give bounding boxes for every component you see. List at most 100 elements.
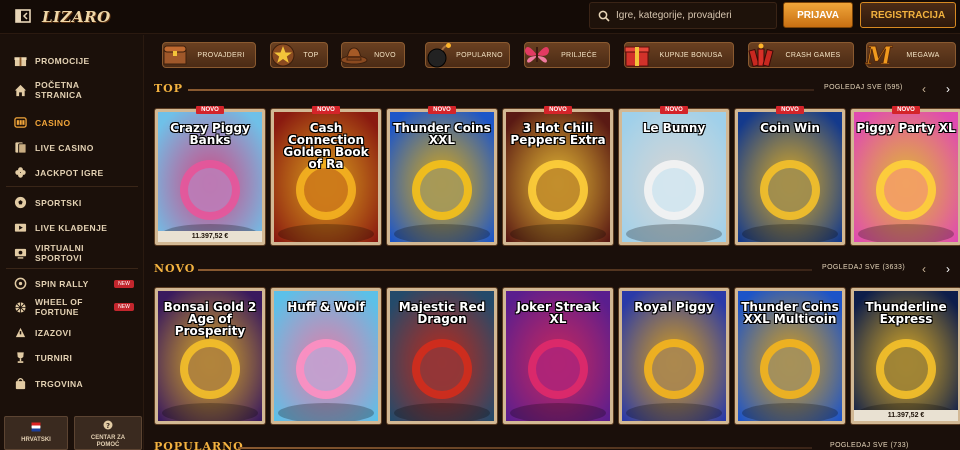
tab-top[interactable]: TOP — [270, 42, 328, 68]
tab-bonus-buys[interactable]: KUPNJE BONUSA — [624, 42, 734, 68]
game-card[interactable]: Thunderline Express 11.397,52 € — [851, 288, 960, 424]
game-title: Huff & Wolf — [287, 300, 365, 314]
new-badge: NEW — [114, 279, 134, 288]
new-badge: NOVO — [892, 106, 920, 114]
sidebar-item-sports[interactable]: SPORTSKI — [0, 196, 144, 209]
game-title: Piggy Party XL — [856, 121, 956, 135]
game-title: Thunderline Express — [865, 300, 947, 326]
help-center-button[interactable]: ? CENTAR ZA POMOĆ — [74, 416, 142, 450]
category-tabs: PROVAJDERI TOP NOVO POPULARNO PRILJEĆE K… — [150, 40, 960, 70]
section-title: POPULARNO — [154, 440, 244, 450]
section-title: NOVO — [154, 262, 196, 275]
sidebar-item-live-casino[interactable]: LIVE CASINO — [0, 141, 144, 154]
game-card[interactable]: Huff & Wolf — [271, 288, 381, 424]
game-card[interactable]: Thunder Coins XXL — [387, 109, 497, 245]
football-icon — [14, 196, 27, 209]
sidebar-item-casino[interactable]: CASINO — [0, 116, 144, 129]
tab-label: TOP — [303, 51, 319, 59]
live-tv-icon — [14, 223, 27, 232]
sidebar-item-spin-rally[interactable]: SPIN RALLY NEW — [0, 277, 144, 290]
new-badge: NOVO — [312, 106, 340, 114]
tab-new[interactable]: NOVO — [340, 42, 405, 68]
top-bar: LIZARO PRIJAVA REGISTRACIJA — [0, 0, 960, 34]
search-icon — [598, 10, 610, 22]
game-title: Joker Streak XL — [516, 300, 600, 326]
new-badge: NOVO — [428, 106, 456, 114]
tab-providers[interactable]: PROVAJDERI — [162, 42, 256, 68]
sidebar-footer: HRVATSKI ? CENTAR ZA POMOĆ — [2, 416, 142, 450]
see-all-link[interactable]: POGLEDAJ SVE (595) — [824, 84, 903, 91]
game-card[interactable]: 3 Hot Chili Peppers Extra — [503, 109, 613, 245]
game-card[interactable]: Piggy Party XL — [851, 109, 960, 245]
sidebar-item-wheel-of-fortune[interactable]: WHEEL OF FORTUNE NEW — [0, 297, 144, 317]
sidebar-item-home[interactable]: POČETNA STRANICA — [0, 80, 144, 100]
tab-crash-games[interactable]: CRASH GAMES — [748, 42, 854, 68]
chevron-right-icon[interactable]: › — [942, 82, 954, 96]
dynamite-icon — [748, 43, 774, 68]
game-card[interactable]: Crazy Piggy Banks 11.397,52 € — [155, 109, 265, 245]
cowboy-hat-icon — [340, 47, 368, 65]
chevron-left-icon[interactable]: ‹ — [918, 82, 930, 96]
sidebar: PROMOCIJE POČETNA STRANICA CASINO LIVE C… — [0, 35, 144, 450]
sidebar-divider — [6, 186, 138, 187]
sidebar-item-tournaments[interactable]: TURNIRI — [0, 351, 144, 364]
game-card[interactable]: Bonsai Gold 2 Age of Prosperity — [155, 288, 265, 424]
sidebar-item-live-betting[interactable]: LIVE KLAĐENJE — [0, 221, 144, 234]
sidebar-toggle-icon[interactable] — [15, 8, 31, 24]
chevron-right-icon[interactable]: › — [942, 262, 954, 276]
sidebar-item-label: PROMOCIJE — [35, 55, 90, 66]
gift-box-icon — [624, 46, 650, 67]
register-button[interactable]: REGISTRACIJA — [860, 2, 956, 28]
sidebar-item-promotions[interactable]: PROMOCIJE — [0, 54, 144, 67]
see-all-link[interactable]: POGLEDAJ SVE (3633) — [822, 264, 905, 271]
game-title: Coin Win — [760, 121, 820, 135]
wheel-icon — [15, 301, 26, 313]
new-badge: NOVO — [544, 106, 572, 114]
provider-chest-icon — [163, 45, 187, 65]
game-card[interactable]: Majestic Red Dragon — [387, 288, 497, 424]
shop-bag-icon — [15, 378, 26, 390]
search-box[interactable] — [589, 2, 777, 29]
see-all-link[interactable]: POGLEDAJ SVE (733) — [830, 442, 909, 449]
game-card[interactable]: Thunder Coins XXL Multicoin — [735, 288, 845, 424]
language-button[interactable]: HRVATSKI — [4, 416, 68, 450]
tab-spring[interactable]: PRILJEĆE — [524, 42, 610, 68]
login-button[interactable]: PRIJAVA — [783, 2, 853, 28]
tab-label: NOVO — [374, 51, 396, 59]
section-divider — [198, 269, 812, 271]
sidebar-item-label: CASINO — [35, 117, 71, 128]
sidebar-item-label: VIRTUALNI SPORTOVI — [35, 243, 84, 263]
game-card[interactable]: Le Bunny — [619, 109, 729, 245]
language-label: HRVATSKI — [21, 437, 51, 443]
new-badge: NOVO — [196, 106, 224, 114]
game-title: Cash Connection Golden Book of Ra — [283, 121, 369, 171]
sidebar-item-label: LIVE KLAĐENJE — [35, 222, 108, 233]
section-popular-header: POPULARNO POGLEDAJ SVE (733) — [154, 440, 956, 450]
sidebar-item-label: SPORTSKI — [35, 197, 82, 208]
chevron-left-icon[interactable]: ‹ — [918, 262, 930, 276]
game-card[interactable]: Coin Win — [735, 109, 845, 245]
sidebar-item-jackpot[interactable]: JACKPOT IGRE — [0, 166, 144, 179]
tab-label: CRASH GAMES — [785, 51, 841, 59]
game-card[interactable]: Cash Connection Golden Book of Ra — [271, 109, 381, 245]
logo[interactable]: LIZARO — [42, 3, 111, 31]
sidebar-item-challenges[interactable]: IZAZOVI — [0, 326, 144, 339]
game-card[interactable]: Joker Streak XL — [503, 288, 613, 424]
trophy-icon — [17, 352, 24, 363]
casino-icon — [14, 117, 27, 128]
sidebar-item-shop[interactable]: TRGOVINA — [0, 377, 144, 390]
new-badge: NOVO — [776, 106, 804, 114]
game-title: Majestic Red Dragon — [398, 300, 486, 326]
tab-label: PROVAJDERI — [197, 51, 245, 59]
game-card[interactable]: Royal Piggy — [619, 288, 729, 424]
section-title: TOP — [154, 82, 184, 95]
sidebar-item-virtual-sports[interactable]: VIRTUALNI SPORTOVI — [0, 243, 144, 263]
bomb-icon — [427, 43, 451, 68]
search-input[interactable] — [616, 10, 776, 21]
svg-text:M: M — [865, 41, 893, 70]
game-title: Bonsai Gold 2 Age of Prosperity — [163, 300, 257, 338]
tab-megaways[interactable]: M MEGAWA — [865, 41, 956, 70]
sidebar-item-label: JACKPOT IGRE — [35, 167, 104, 178]
top-star-icon — [271, 43, 295, 67]
tab-popular[interactable]: POPULARNO — [425, 42, 510, 68]
